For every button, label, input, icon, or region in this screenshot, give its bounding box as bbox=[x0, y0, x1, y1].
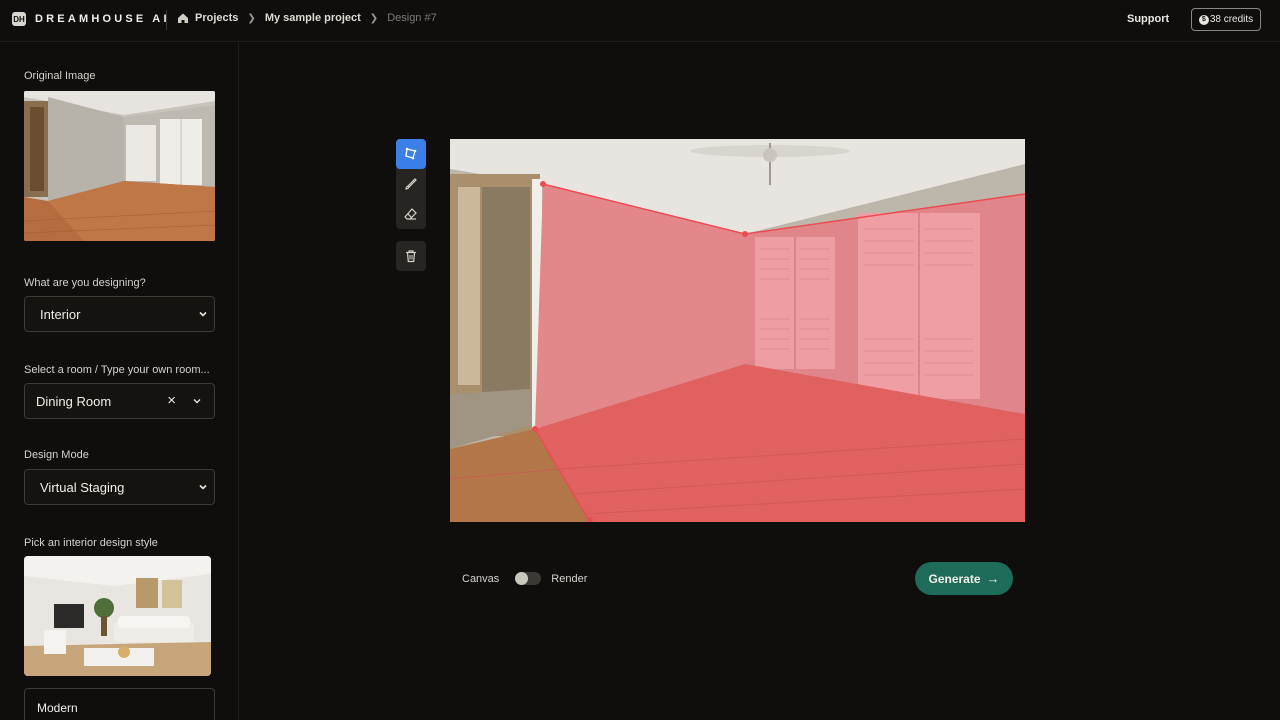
designing-select[interactable]: Interior bbox=[24, 296, 215, 332]
home-icon[interactable] bbox=[177, 12, 189, 24]
coin-icon: $ bbox=[1198, 14, 1209, 25]
original-image-label: Original Image bbox=[24, 70, 96, 82]
polygon-select-tool[interactable] bbox=[396, 139, 426, 169]
chevron-down-icon bbox=[199, 311, 207, 317]
chevron-down-icon[interactable] bbox=[192, 396, 202, 406]
render-label: Render bbox=[551, 572, 588, 585]
designing-value: Interior bbox=[40, 306, 81, 322]
generate-label: Generate bbox=[928, 571, 981, 586]
support-link[interactable]: Support bbox=[1127, 13, 1169, 25]
logo-mark-icon: DH bbox=[12, 12, 26, 26]
chevron-right-icon: ❯ bbox=[369, 12, 379, 24]
credits-button[interactable]: $ 38 credits bbox=[1191, 8, 1261, 31]
eraser-tool[interactable] bbox=[396, 199, 426, 229]
top-bar: DH DREAMHOUSE AI Projects ❯ My sample pr… bbox=[0, 0, 1280, 42]
breadcrumb-projects[interactable]: Projects bbox=[195, 12, 238, 24]
room-combobox[interactable]: Dining Room × bbox=[24, 383, 215, 419]
style-preview-image[interactable] bbox=[24, 556, 211, 676]
canvas-render-toggle: Canvas Render bbox=[462, 572, 587, 585]
design-mode-value: Virtual Staging bbox=[40, 479, 125, 495]
clear-mask-button[interactable] bbox=[396, 241, 426, 271]
polygon-select-icon bbox=[405, 147, 417, 160]
canvas-label: Canvas bbox=[462, 572, 500, 585]
modern-living-room-photo bbox=[24, 556, 211, 676]
style-name-field[interactable]: Modern bbox=[24, 688, 215, 720]
brand-name: DREAMHOUSE AI bbox=[35, 13, 170, 25]
breadcrumb-project[interactable]: My sample project bbox=[265, 12, 361, 24]
sidebar: Original Image What are you designing? I… bbox=[0, 43, 239, 720]
arrow-right-icon: → bbox=[986, 571, 1000, 586]
header-divider bbox=[166, 10, 167, 30]
brush-icon bbox=[405, 178, 417, 190]
room-value: Dining Room bbox=[36, 393, 112, 409]
credits-label: 38 credits bbox=[1209, 14, 1254, 25]
designing-label: What are you designing? bbox=[24, 277, 146, 289]
breadcrumb: Projects ❯ My sample project ❯ Design #7 bbox=[177, 12, 437, 24]
design-mode-label: Design Mode bbox=[24, 449, 89, 461]
chevron-right-icon: ❯ bbox=[247, 12, 256, 24]
editing-canvas[interactable] bbox=[450, 139, 1025, 522]
eraser-icon bbox=[404, 208, 417, 220]
original-image-thumbnail[interactable] bbox=[24, 91, 215, 241]
close-icon[interactable]: × bbox=[167, 392, 176, 409]
breadcrumb-design: Design #7 bbox=[387, 12, 437, 24]
room-photo bbox=[24, 91, 215, 241]
brand-logo[interactable]: DH DREAMHOUSE AI bbox=[12, 12, 170, 26]
generate-button[interactable]: Generate → bbox=[915, 562, 1013, 595]
room-label: Select a room / Type your own room... bbox=[24, 364, 210, 376]
trash-icon bbox=[406, 250, 416, 263]
style-label: Pick an interior design style bbox=[24, 537, 158, 549]
chevron-down-icon bbox=[199, 484, 207, 490]
design-mode-select[interactable]: Virtual Staging bbox=[24, 469, 215, 505]
switch-knob bbox=[515, 572, 529, 585]
view-switch[interactable] bbox=[515, 572, 542, 585]
brush-tool[interactable] bbox=[396, 169, 426, 199]
masked-room-image bbox=[450, 139, 1025, 522]
tool-palette bbox=[396, 139, 426, 229]
